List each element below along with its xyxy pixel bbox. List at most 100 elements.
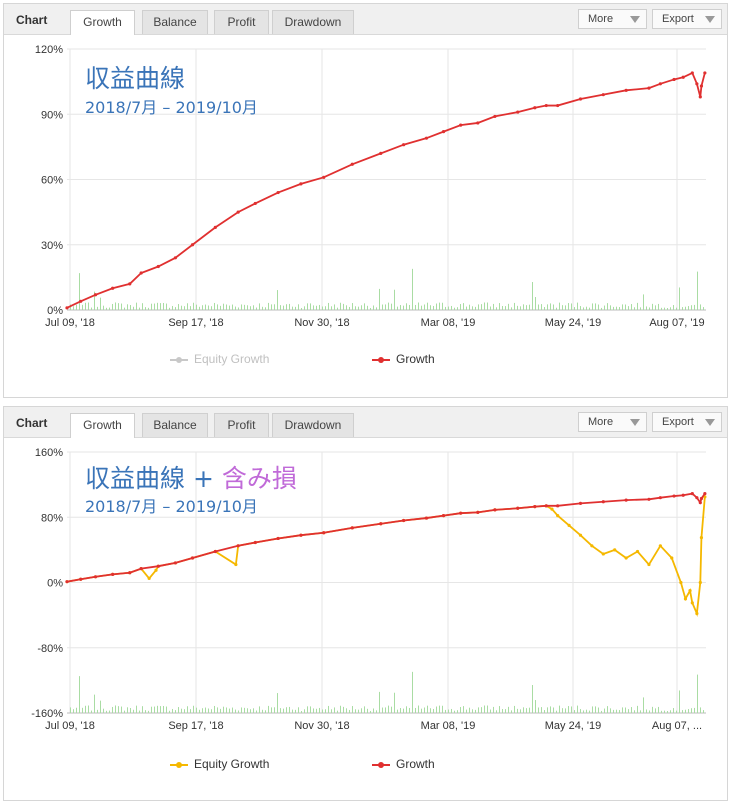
volume-bar	[568, 303, 569, 310]
tab-growth[interactable]: Growth	[70, 413, 135, 438]
volume-bar	[652, 706, 653, 713]
volume-bar	[151, 303, 152, 310]
volume-bar	[421, 708, 422, 713]
annotation-title: 収益曲線 + 含み損	[85, 459, 297, 495]
volume-bar	[643, 697, 644, 713]
volume-bar	[553, 707, 554, 713]
volume-bar	[127, 707, 128, 713]
volume-bar	[601, 710, 602, 713]
tab-profit[interactable]: Profit	[214, 10, 269, 34]
chart-tabbar: Chart Growth Balance Profit Drawdown Mor…	[4, 4, 727, 35]
volume-bar	[577, 705, 578, 713]
volume-bar	[535, 700, 536, 713]
volume-bar	[223, 303, 224, 310]
y-tick-label: 0%	[47, 578, 63, 590]
volume-bar	[337, 307, 338, 310]
volume-bar	[622, 304, 623, 310]
volume-bar	[361, 305, 362, 310]
growth-point	[516, 506, 520, 510]
x-tick-label: Sep 17, '18	[168, 317, 223, 329]
volume-bar	[655, 708, 656, 713]
legend-growth-symbol	[372, 762, 390, 768]
volume-bar	[253, 305, 254, 310]
volume-bar	[445, 709, 446, 713]
volume-bar	[382, 707, 383, 713]
growth-point	[672, 77, 676, 82]
volume-bar	[448, 306, 449, 310]
volume-bar	[340, 705, 341, 713]
volume-bar	[481, 304, 482, 310]
volume-bar	[412, 671, 413, 713]
x-tick-label: Nov 30, '18	[294, 317, 349, 329]
tab-drawdown[interactable]: Drawdown	[272, 10, 354, 34]
legend-growth-label: Growth	[396, 757, 435, 771]
volume-bar	[388, 705, 389, 713]
volume-bar	[247, 708, 248, 713]
volume-bar	[601, 307, 602, 310]
more-button[interactable]: More	[578, 9, 647, 29]
volume-bar	[91, 307, 92, 310]
volume-bar	[595, 706, 596, 713]
export-button[interactable]: Export	[652, 9, 722, 29]
volume-bar	[514, 302, 515, 310]
volume-bar	[508, 706, 509, 713]
volume-bar	[406, 706, 407, 713]
volume-bar	[91, 710, 92, 713]
volume-bar	[265, 710, 266, 713]
volume-bar	[625, 707, 626, 713]
volume-bar	[304, 306, 305, 310]
volume-bar	[478, 707, 479, 713]
growth-point	[658, 82, 662, 86]
tab-balance[interactable]: Balance	[142, 413, 208, 437]
volume-bar	[487, 705, 488, 713]
volume-bar	[145, 307, 146, 310]
volume-bar	[130, 305, 131, 310]
volume-bar	[394, 289, 395, 310]
growth-point	[556, 504, 560, 508]
volume-bar	[340, 302, 341, 310]
growth-point	[299, 533, 303, 537]
volume-bar	[148, 307, 149, 310]
volume-bar	[424, 304, 425, 310]
volume-bar	[523, 707, 524, 713]
growth-point	[111, 286, 115, 290]
export-button[interactable]: Export	[652, 412, 722, 432]
tab-profit[interactable]: Profit	[214, 413, 269, 437]
volume-bar	[634, 307, 635, 310]
volume-bar	[280, 708, 281, 713]
volume-bar	[640, 307, 641, 310]
volume-bar	[646, 709, 647, 713]
volume-bar	[331, 306, 332, 310]
tab-growth[interactable]: Growth	[70, 10, 135, 35]
volume-bar	[622, 707, 623, 713]
volume-bar	[268, 302, 269, 310]
volume-bar	[364, 303, 365, 310]
equity-growth-point	[688, 589, 692, 593]
chart-tabbar: Chart Growth Balance Profit Drawdown Mor…	[4, 407, 727, 438]
tab-balance[interactable]: Balance	[142, 10, 208, 34]
volume-bar	[370, 307, 371, 310]
volume-bar	[400, 708, 401, 713]
volume-bar	[550, 303, 551, 310]
volume-bar	[166, 303, 167, 310]
growth-point	[681, 493, 685, 497]
growth-point	[424, 136, 429, 140]
tab-drawdown[interactable]: Drawdown	[272, 413, 354, 437]
volume-bar	[97, 709, 98, 713]
volume-bar	[511, 710, 512, 713]
volume-bar	[376, 710, 377, 713]
annotation-title-text: 収益曲線	[85, 64, 186, 93]
volume-bar	[415, 707, 416, 713]
growth-point	[190, 243, 195, 247]
volume-bar	[460, 304, 461, 310]
growth-point	[441, 130, 446, 134]
growth-point	[424, 516, 429, 520]
volume-bar	[178, 304, 179, 310]
volume-bar	[700, 707, 701, 713]
growth-point	[601, 93, 605, 97]
volume-bar	[466, 306, 467, 310]
volume-bar	[121, 706, 122, 713]
volume-bar	[664, 710, 665, 713]
more-button[interactable]: More	[578, 412, 647, 432]
volume-bar	[247, 305, 248, 310]
